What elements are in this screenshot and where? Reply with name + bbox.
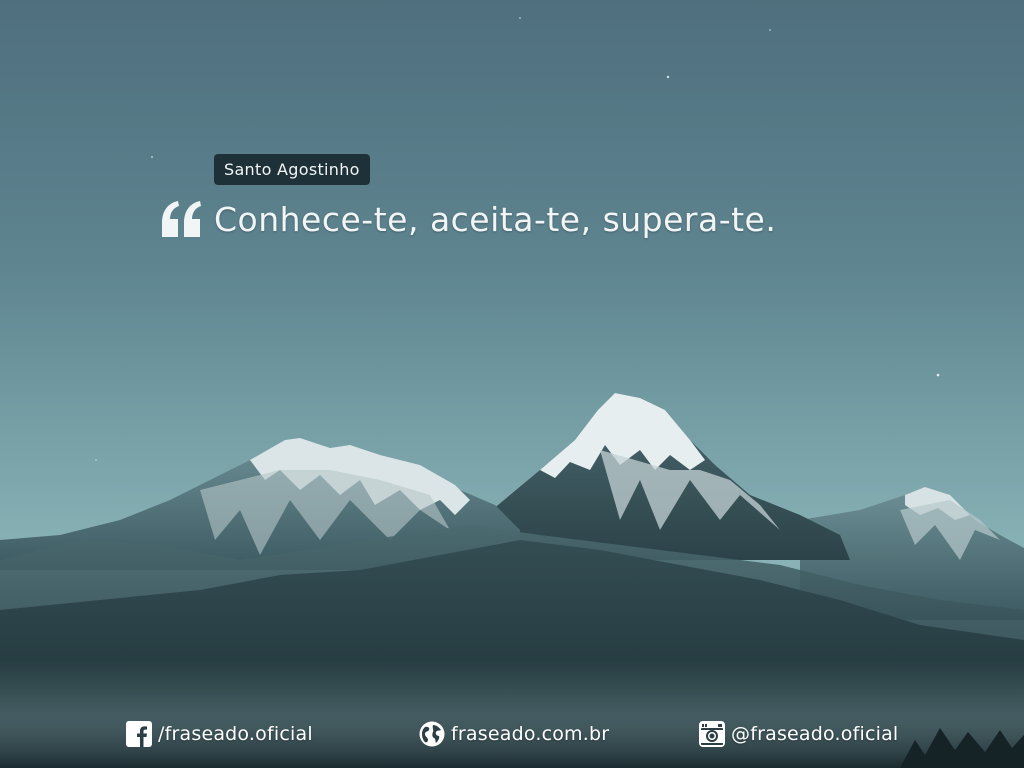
social-footer: /fraseado.oficial fraseado.com.br @frase… — [0, 714, 1024, 754]
globe-icon — [419, 721, 445, 747]
website-link[interactable]: fraseado.com.br — [419, 720, 609, 748]
mountain-background — [0, 0, 1024, 768]
author-label: Santo Agostinho — [214, 154, 370, 185]
facebook-icon — [126, 721, 152, 747]
facebook-link[interactable]: /fraseado.oficial — [126, 720, 313, 748]
quote: Conhece-te, aceita-te, supera-te. — [160, 194, 776, 244]
instagram-icon — [699, 721, 725, 747]
quote-mark-icon — [162, 201, 201, 237]
instagram-handle: @fraseado.oficial — [731, 723, 899, 745]
quote-text: Conhece-te, aceita-te, supera-te. — [214, 199, 777, 239]
website-url: fraseado.com.br — [451, 723, 610, 745]
facebook-handle: /fraseado.oficial — [158, 723, 313, 745]
instagram-link[interactable]: @fraseado.oficial — [699, 720, 898, 748]
